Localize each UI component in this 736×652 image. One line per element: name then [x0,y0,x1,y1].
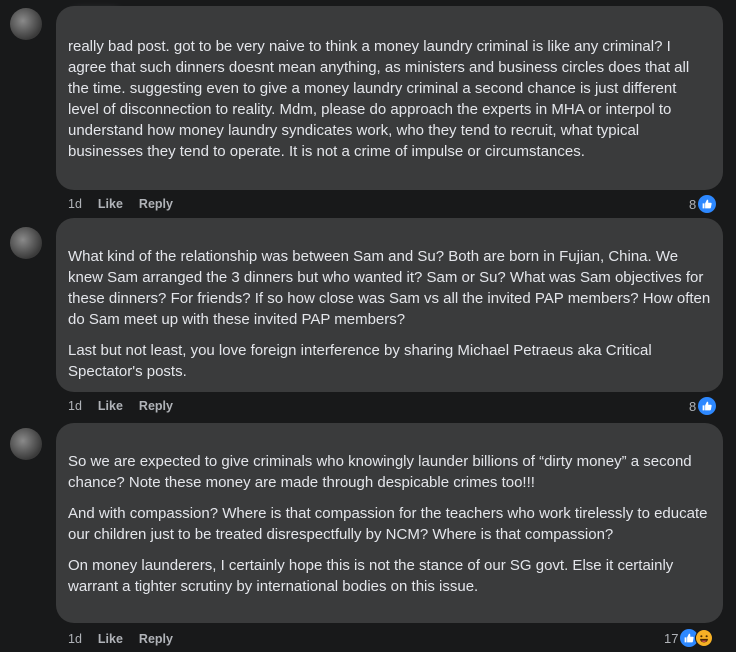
reply-link[interactable]: Reply [139,632,173,646]
reaction-count: 17 [664,630,679,646]
like-link[interactable]: Like [98,399,123,413]
comment-text: On money launderers, I certainly hope th… [68,557,674,595]
avatar[interactable] [10,8,42,40]
comment-timestamp[interactable]: 1d [68,399,82,413]
reaction-summary[interactable]: 17 [664,629,714,647]
haha-icon [695,629,714,647]
comment-text: Last but not least, you love foreign int… [68,342,652,380]
comment-timestamp[interactable]: 1d [68,632,82,646]
like-icon [698,195,717,213]
comment-actions: 1d Like Reply [68,399,173,413]
reply-link[interactable]: Reply [139,197,173,211]
reaction-count: 8 [689,196,697,212]
comment-text: And with compassion? Where is that compa… [68,505,708,543]
like-icon [698,397,717,415]
comment-bubble: So we are expected to give criminals who… [56,423,723,623]
reaction-summary[interactable]: 8 [689,397,717,415]
comment-bubble: What kind of the relationship was betwee… [56,218,723,392]
reply-link[interactable]: Reply [139,399,173,413]
like-link[interactable]: Like [98,632,123,646]
comment-text: really bad post. got to be very naive to… [68,38,690,160]
like-link[interactable]: Like [98,197,123,211]
comment-bubble: really bad post. got to be very naive to… [56,6,723,190]
comment-timestamp[interactable]: 1d [68,197,82,211]
comment-text: What kind of the relationship was betwee… [68,248,711,328]
reaction-count: 8 [689,398,697,414]
comment-actions: 1d Like Reply [68,197,173,211]
avatar[interactable] [10,428,42,460]
avatar[interactable] [10,227,42,259]
comment-text: So we are expected to give criminals who… [68,453,692,491]
reaction-summary[interactable]: 8 [689,195,717,213]
comment-actions: 1d Like Reply [68,632,173,646]
